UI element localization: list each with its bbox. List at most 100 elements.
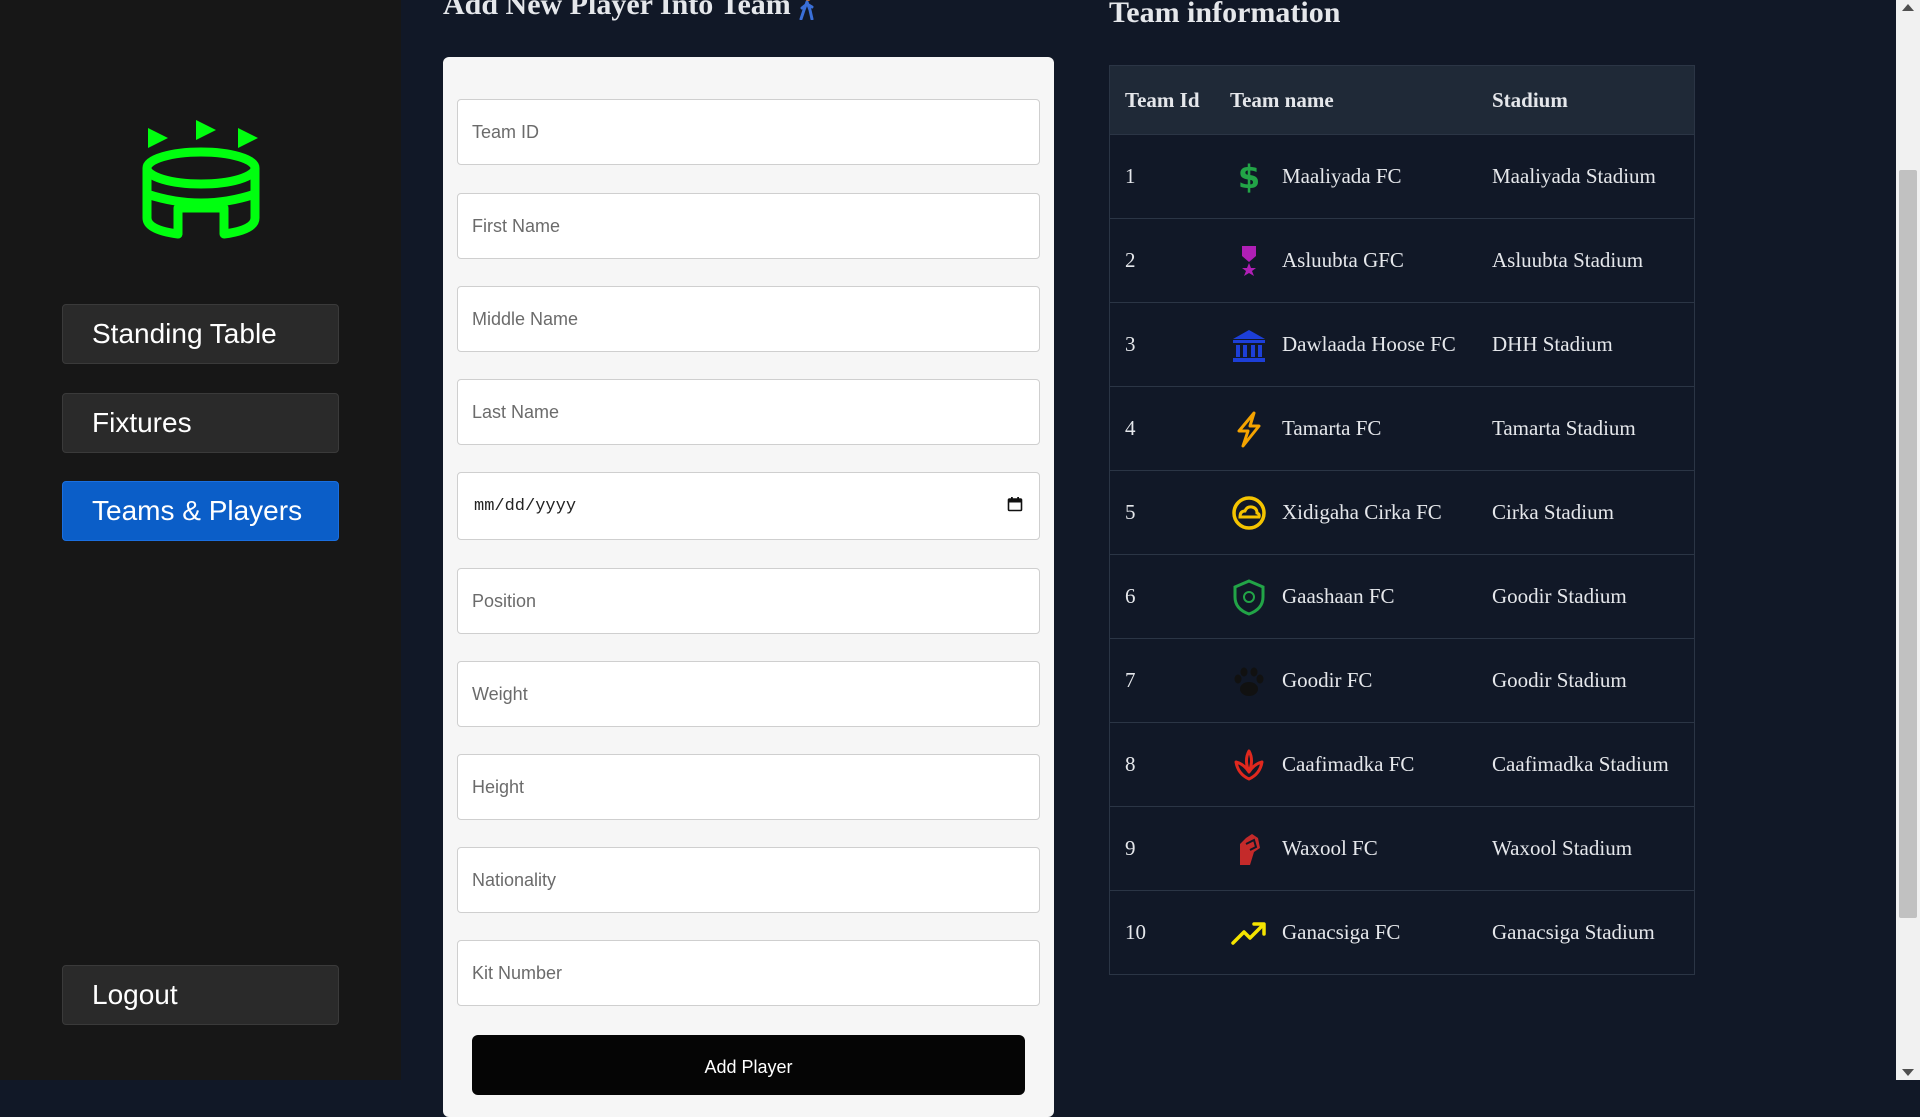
medal-icon <box>1230 242 1268 280</box>
lotus-icon <box>1230 746 1268 784</box>
team-name-wrapper: Dawlaada Hoose FC <box>1230 326 1477 364</box>
stadium-cell: Caafimadka Stadium <box>1477 722 1695 807</box>
scroll-up-arrow-icon[interactable] <box>1902 4 1914 11</box>
team-name-cell: Dawlaada Hoose FC <box>1215 302 1477 387</box>
stadium-cell: Goodir Stadium <box>1477 638 1695 723</box>
sidebar: Standing Table Fixtures Teams & Players … <box>0 0 401 1080</box>
team-name: Maaliyada FC <box>1282 164 1402 188</box>
team-name: Goodir FC <box>1282 668 1373 692</box>
stadium-cell: Goodir Stadium <box>1477 554 1695 639</box>
team-name-cell: $ Maaliyada FC <box>1215 134 1477 219</box>
calendar-icon[interactable] <box>1007 496 1023 517</box>
team-name: Caafimadka FC <box>1282 752 1415 776</box>
team-name-cell: Goodir FC <box>1215 638 1477 723</box>
svg-text:$: $ <box>1238 158 1260 196</box>
table-row: 5 Xidigaha Cirka FC Cirka Stadium <box>1109 470 1695 555</box>
stadium-cell: DHH Stadium <box>1477 302 1695 387</box>
table-header-row: Team Id Team name Stadium <box>1109 65 1695 135</box>
table-row: 4 Tamarta FC Tamarta Stadium <box>1109 386 1695 471</box>
add-player-title: Add New Player Into Team <box>443 0 816 22</box>
team-name-wrapper: Tamarta FC <box>1230 410 1477 448</box>
team-id-cell: 7 <box>1109 638 1215 723</box>
table-row: 9 Waxool FC Waxool Stadium <box>1109 806 1695 891</box>
nav-standing-table[interactable]: Standing Table <box>62 304 339 364</box>
header-team-id: Team Id <box>1109 65 1215 135</box>
team-name-wrapper: Caafimadka FC <box>1230 746 1477 784</box>
stadium-icon <box>138 120 264 240</box>
team-id-input[interactable] <box>457 99 1040 165</box>
dollar-icon: $ <box>1230 158 1268 196</box>
stadium-cell: Asluubta Stadium <box>1477 218 1695 303</box>
date-of-birth-input[interactable]: mm/dd/yyyy <box>457 472 1040 540</box>
nationality-input[interactable] <box>457 847 1040 913</box>
team-id-cell: 9 <box>1109 806 1215 891</box>
position-input[interactable] <box>457 568 1040 634</box>
lightning-icon <box>1230 410 1268 448</box>
team-name-wrapper: Asluubta GFC <box>1230 242 1477 280</box>
stadium-cell: Cirka Stadium <box>1477 470 1695 555</box>
team-name: Waxool FC <box>1282 836 1378 860</box>
team-id-cell: 3 <box>1109 302 1215 387</box>
shield-icon <box>1230 578 1268 616</box>
team-name: Asluubta GFC <box>1282 248 1404 272</box>
add-player-title-text: Add New Player Into Team <box>443 0 791 21</box>
trending-up-icon <box>1230 914 1268 952</box>
team-name-cell: Xidigaha Cirka FC <box>1215 470 1477 555</box>
stadium-cell: Tamarta Stadium <box>1477 386 1695 471</box>
team-name-cell: Caafimadka FC <box>1215 722 1477 807</box>
team-name-wrapper: $ Maaliyada FC <box>1230 158 1477 196</box>
team-name-wrapper: Goodir FC <box>1230 662 1477 700</box>
table-row: 7 Goodir FC Goodir Stadium <box>1109 638 1695 723</box>
team-name-cell: Ganacsiga FC <box>1215 890 1477 975</box>
team-name: Tamarta FC <box>1282 416 1382 440</box>
team-id-cell: 2 <box>1109 218 1215 303</box>
team-name-cell: Waxool FC <box>1215 806 1477 891</box>
team-name-wrapper: Xidigaha Cirka FC <box>1230 494 1477 532</box>
bank-icon <box>1230 326 1268 364</box>
team-id-cell: 6 <box>1109 554 1215 639</box>
nav-teams-players[interactable]: Teams & Players <box>62 481 339 541</box>
table-row: 3 Dawlaada Hoose FC DHH Stadium <box>1109 302 1695 387</box>
header-stadium: Stadium <box>1477 65 1695 135</box>
paw-icon <box>1230 662 1268 700</box>
table-row: 6 Gaashaan FC Goodir Stadium <box>1109 554 1695 639</box>
weight-input[interactable] <box>457 661 1040 727</box>
teams-table: Team Id Team name Stadium 1 $ Maaliyada FC… <box>1109 65 1695 975</box>
scrollbar-thumb[interactable] <box>1899 170 1917 918</box>
last-name-input[interactable] <box>457 379 1040 445</box>
table-row: 2 Asluubta GFC Asluubta Stadium <box>1109 218 1695 303</box>
height-input[interactable] <box>457 754 1040 820</box>
teams-table-body: 1 $ Maaliyada FC Maaliyada Stadium 2 Asluubta… <box>1109 134 1695 975</box>
team-name-cell: Tamarta FC <box>1215 386 1477 471</box>
first-name-input[interactable] <box>457 193 1040 259</box>
scroll-down-arrow-icon[interactable] <box>1902 1069 1914 1076</box>
date-placeholder: mm/dd/yyyy <box>474 496 577 516</box>
team-name-wrapper: Waxool FC <box>1230 830 1477 868</box>
stadium-cell: Maaliyada Stadium <box>1477 134 1695 219</box>
cloud-circle-icon <box>1230 494 1268 532</box>
team-name: Dawlaada Hoose FC <box>1282 332 1456 356</box>
kit-number-input[interactable] <box>457 940 1040 1006</box>
person-walking-icon <box>798 0 816 21</box>
team-name-wrapper: Ganacsiga FC <box>1230 914 1477 952</box>
logout-button[interactable]: Logout <box>62 965 339 1025</box>
team-id-cell: 10 <box>1109 890 1215 975</box>
team-name: Xidigaha Cirka FC <box>1282 500 1442 524</box>
team-id-cell: 4 <box>1109 386 1215 471</box>
stadium-cell: Ganacsiga Stadium <box>1477 890 1695 975</box>
team-id-cell: 5 <box>1109 470 1215 555</box>
header-team-name: Team name <box>1215 65 1477 135</box>
add-player-button[interactable]: Add Player <box>472 1035 1025 1095</box>
table-row: 10 Ganacsiga FC Ganacsiga Stadium <box>1109 890 1695 975</box>
middle-name-input[interactable] <box>457 286 1040 352</box>
team-id-cell: 8 <box>1109 722 1215 807</box>
team-name-cell: Asluubta GFC <box>1215 218 1477 303</box>
team-name-wrapper: Gaashaan FC <box>1230 578 1477 616</box>
team-id-cell: 1 <box>1109 134 1215 219</box>
table-row: 8 Caafimadka FC Caafimadka Stadium <box>1109 722 1695 807</box>
page-scrollbar[interactable] <box>1896 0 1920 1080</box>
team-name: Gaashaan FC <box>1282 584 1395 608</box>
nav-fixtures[interactable]: Fixtures <box>62 393 339 453</box>
team-information-title: Team information <box>1109 0 1341 29</box>
team-name-cell: Gaashaan FC <box>1215 554 1477 639</box>
